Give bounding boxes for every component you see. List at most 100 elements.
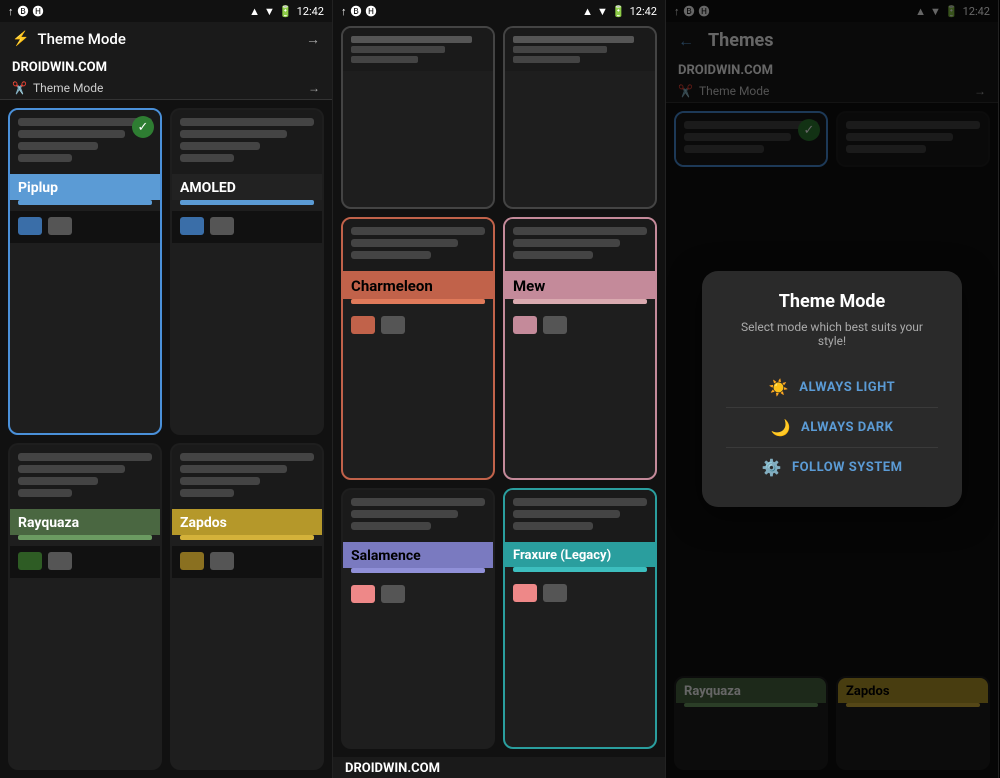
status-left-icons: ↑ 🅑 🅗 — [8, 3, 44, 19]
mew-swatches — [505, 310, 655, 342]
fraxure-label: Fraxure (Legacy) — [505, 542, 655, 567]
swatch1 — [513, 316, 537, 334]
charmeleon-preview — [343, 219, 493, 271]
preview-bar — [513, 227, 647, 235]
preview-bar — [351, 510, 458, 518]
rayquaza-preview — [10, 445, 160, 509]
salamence-accent-bar — [351, 568, 485, 573]
sun-icon: ☀️ — [769, 378, 789, 397]
always-dark-option[interactable]: 🌙 ALWAYS DARK — [726, 408, 938, 448]
swatch2 — [381, 316, 405, 334]
preview-bar — [351, 239, 458, 247]
preview-bar — [180, 118, 314, 126]
preview-bar — [513, 522, 593, 530]
charmeleon-accent-bar — [351, 299, 485, 304]
wifi-icon: ▲ — [582, 5, 593, 18]
system-icon: ⚙️ — [762, 458, 782, 477]
fraxure-accent-bar — [513, 567, 647, 572]
piplup-swatches — [10, 211, 160, 243]
upload-icon: ↑ — [341, 5, 347, 18]
left-header-arrow[interactable]: → — [306, 31, 320, 48]
modal-overlay: Theme Mode Select mode which best suits … — [666, 0, 998, 778]
preview-bar — [513, 510, 620, 518]
follow-system-option[interactable]: ⚙️ FOLLOW SYSTEM — [726, 448, 938, 487]
zapdos-label: Zapdos — [172, 509, 322, 535]
swatch1 — [351, 585, 375, 603]
amoled-swatches — [172, 211, 322, 243]
swatch2 — [210, 217, 234, 235]
always-light-label: ALWAYS LIGHT — [799, 380, 895, 395]
swatch1 — [513, 584, 537, 602]
preview-bar — [180, 142, 260, 150]
preview-bar — [180, 130, 287, 138]
bh-icon2: 🅗 — [33, 3, 44, 19]
preview-bar — [18, 465, 125, 473]
selected-badge: ✓ — [132, 116, 154, 138]
left-header-title: Theme Mode — [37, 30, 298, 48]
salamence-label: Salamence — [343, 542, 493, 568]
preview-bar — [351, 227, 485, 235]
always-dark-label: ALWAYS DARK — [801, 420, 893, 435]
bh-icon2: 🅗 — [366, 3, 377, 19]
swatch2 — [48, 217, 72, 235]
theme-card-piplup[interactable]: ✓ Piplup — [8, 108, 162, 435]
middle-status-bar: ↑ 🅑 🅗 ▲ ▼ 🔋 12:42 — [333, 0, 665, 22]
piplup-preview: ✓ — [10, 110, 160, 174]
swatch2 — [543, 584, 567, 602]
amoled-label: AMOLED — [172, 174, 322, 200]
mid-status-right: ▲ ▼ 🔋 12:42 — [582, 5, 657, 18]
fraxure-preview — [505, 490, 655, 542]
left-sub-arrow[interactable]: → — [308, 81, 320, 95]
salamence-preview — [343, 490, 493, 542]
swatch1 — [18, 217, 42, 235]
partial-card-1 — [341, 26, 495, 209]
middle-panel: ↑ 🅑 🅗 ▲ ▼ 🔋 12:42 — [333, 0, 666, 778]
bh-icon1: 🅑 — [351, 3, 362, 19]
swatch2 — [381, 585, 405, 603]
theme-mode-modal: Theme Mode Select mode which best suits … — [702, 271, 962, 507]
left-time: 12:42 — [297, 5, 324, 18]
preview-bar — [18, 142, 98, 150]
left-panel: ↑ 🅑 🅗 ▲ ▼ 🔋 12:42 ⚡ Theme Mode → DROIDWI… — [0, 0, 333, 778]
theme-card-rayquaza[interactable]: Rayquaza — [8, 443, 162, 770]
left-sub-title: Theme Mode — [33, 81, 302, 95]
preview-bar — [18, 154, 72, 162]
mew-accent-bar — [513, 299, 647, 304]
left-status-bar: ↑ 🅑 🅗 ▲ ▼ 🔋 12:42 — [0, 0, 332, 22]
theme-card-charmeleon[interactable]: Charmeleon — [341, 217, 495, 480]
mew-preview — [505, 219, 655, 271]
salamence-swatches — [343, 579, 493, 611]
moon-icon: 🌙 — [771, 418, 791, 437]
preview-bar — [513, 498, 647, 506]
upload-icon: ↑ — [8, 5, 14, 18]
preview-bar — [351, 251, 431, 259]
signal-icon: ▼ — [264, 5, 275, 18]
zapdos-preview — [172, 445, 322, 509]
swatch1 — [18, 552, 42, 570]
swatch2 — [543, 316, 567, 334]
always-light-option[interactable]: ☀️ ALWAYS LIGHT — [726, 368, 938, 408]
middle-themes-grid: Charmeleon Mew — [333, 22, 665, 757]
preview-bar — [18, 130, 125, 138]
theme-card-zapdos[interactable]: Zapdos — [170, 443, 324, 770]
preview-bar — [513, 239, 620, 247]
preview-bar — [180, 477, 260, 485]
preview-bar — [351, 498, 485, 506]
swatch1 — [351, 316, 375, 334]
right-panel: ↑ 🅑 🅗 ▲ ▼ 🔋 12:42 ← Themes DROIDWIN.COM … — [666, 0, 999, 778]
mew-label: Mew — [505, 271, 655, 299]
wifi-icon: ▲ — [249, 5, 260, 18]
mid-status-left: ↑ 🅑 🅗 — [341, 3, 377, 19]
left-subheader: ✂️ Theme Mode → — [0, 77, 332, 100]
theme-card-salamence[interactable]: Salamence — [341, 488, 495, 749]
theme-card-mew[interactable]: Mew — [503, 217, 657, 480]
piplup-accent-bar — [18, 200, 152, 205]
battery-icon: 🔋 — [612, 5, 626, 18]
theme-card-fraxure[interactable]: Fraxure (Legacy) — [503, 488, 657, 749]
preview-bar — [180, 453, 314, 461]
rayquaza-accent-bar — [18, 535, 152, 540]
signal-icon: ▼ — [597, 5, 608, 18]
preview-bar — [18, 453, 152, 461]
swatch1 — [180, 217, 204, 235]
theme-card-amoled[interactable]: AMOLED — [170, 108, 324, 435]
